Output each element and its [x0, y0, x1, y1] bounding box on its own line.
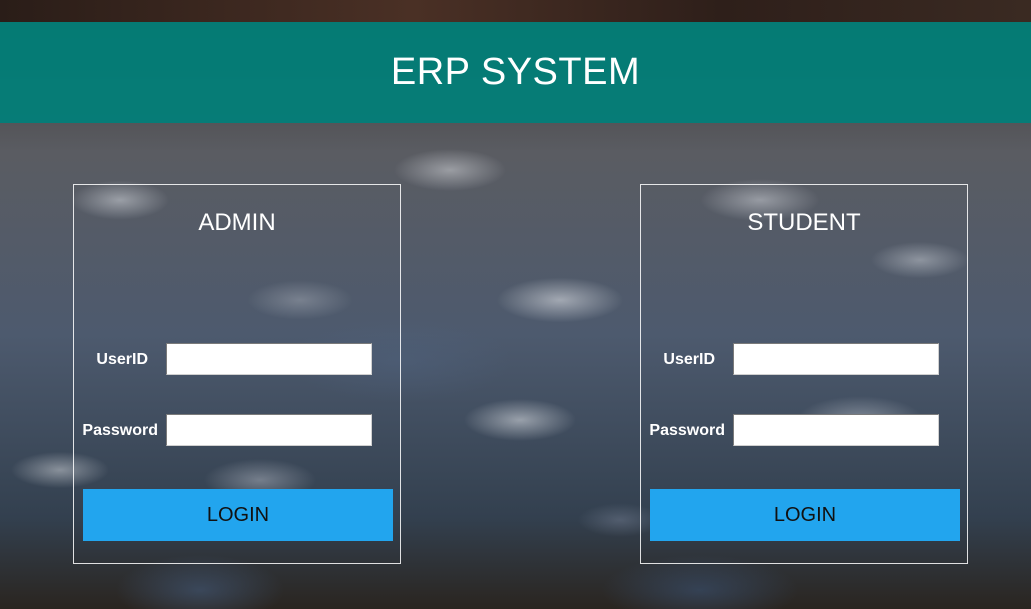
admin-password-input[interactable] [166, 414, 372, 446]
page-title: ERP SYSTEM [390, 51, 641, 93]
student-login-panel: STUDENT UserID Password LOGIN [640, 184, 968, 564]
student-userid-input[interactable] [733, 343, 939, 375]
admin-login-panel: ADMIN UserID Password LOGIN [73, 184, 401, 564]
admin-login-button[interactable]: LOGIN [83, 489, 393, 541]
admin-panel-title: ADMIN [198, 209, 276, 236]
admin-userid-input[interactable] [166, 343, 372, 375]
student-password-label: Password [649, 422, 725, 439]
student-login-button[interactable]: LOGIN [650, 489, 960, 541]
admin-userid-label: UserID [96, 351, 148, 368]
student-userid-label: UserID [663, 351, 715, 368]
student-password-input[interactable] [733, 414, 939, 446]
header-bar: ERP SYSTEM [0, 22, 1031, 123]
student-panel-title: STUDENT [747, 209, 861, 236]
background-top-strip [0, 0, 1031, 22]
admin-password-label: Password [82, 422, 158, 439]
